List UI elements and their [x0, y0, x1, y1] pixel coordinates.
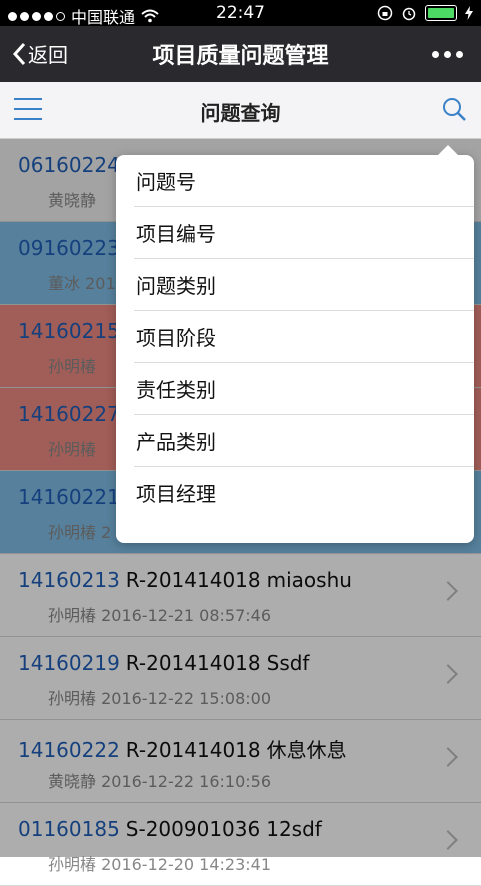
alarm-icon — [402, 7, 416, 21]
popup-menu-item[interactable]: 项目阶段 — [134, 311, 474, 363]
popup-menu-item[interactable]: 产品类别 — [134, 415, 474, 467]
search-icon[interactable] — [441, 96, 467, 122]
charging-icon — [465, 6, 473, 20]
toolbar-title: 问题查询 — [200, 101, 281, 125]
popup-menu-item[interactable]: 问题号 — [134, 155, 474, 207]
battery-icon — [425, 5, 457, 21]
popup-menu-item[interactable]: 项目经理 — [134, 467, 474, 518]
popup-menu-item[interactable]: 责任类别 — [134, 363, 474, 415]
sub-toolbar: 问题查询 — [0, 82, 481, 139]
search-field-popup: 问题号 项目编号 问题类别 项目阶段 责任类别 产品类别 项目经理 — [116, 145, 474, 543]
popup-menu-item[interactable]: 项目编号 — [134, 207, 474, 259]
nav-bar: 返回 项目质量问题管理 — [0, 26, 481, 82]
popup-caret — [438, 145, 458, 155]
status-bar: 中国联通 22:47 — [0, 0, 481, 27]
popup-menu-item[interactable]: 问题类别 — [134, 259, 474, 311]
page-title: 项目质量问题管理 — [152, 44, 329, 69]
rotation-lock-icon — [377, 5, 393, 21]
status-right — [377, 5, 473, 21]
more-icon[interactable] — [432, 51, 463, 58]
